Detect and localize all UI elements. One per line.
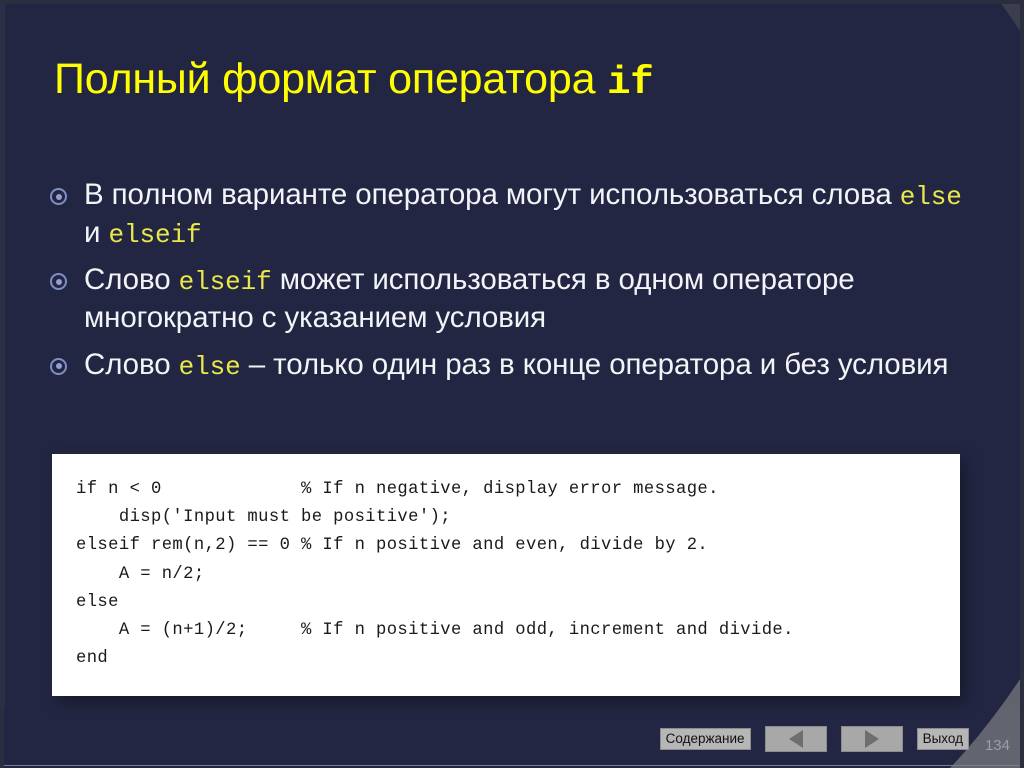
slide-title-text: Полный формат оператора [54, 55, 608, 103]
bullet-dot-icon [50, 273, 67, 291]
bullet-segment: и [84, 216, 109, 250]
bullet-dot-icon [50, 357, 67, 375]
bullet-segment: Слово [84, 347, 179, 381]
bullet-code-segment: else [899, 182, 962, 212]
slide-border-left [0, 0, 5, 710]
bullet-text: Слово elseif может использоваться в одно… [84, 261, 985, 336]
footer-divider [4, 765, 1020, 766]
list-item: Слово elseif может использоваться в одно… [50, 261, 985, 336]
code-line: A = n/2; [76, 564, 205, 584]
slide-footer: Содержание Выход 134 [0, 710, 1024, 768]
code-line: end [76, 649, 109, 669]
code-box: if n < 0 % If n negative, display error … [52, 454, 960, 696]
slide-title: Полный формат оператора if [54, 56, 984, 104]
bullet-list: В полном варианте оператора могут исполь… [50, 176, 985, 393]
code-line: disp('Input must be positive'); [76, 508, 451, 528]
exit-button[interactable]: Выход [916, 727, 969, 751]
code-line: else [76, 592, 119, 612]
bullet-segment: В полном варианте оператора могут исполь… [84, 178, 900, 211]
code-line: if n < 0 % If n negative, display error … [76, 480, 719, 499]
slide-title-keyword: if [607, 61, 654, 105]
bullet-segment: – только один раз в конце оператора и бе… [240, 347, 949, 381]
bullet-text: Слово else – только один раз в конце опе… [84, 346, 949, 384]
list-item: В полном варианте оператора могут исполь… [50, 176, 985, 252]
presentation-slide: Полный формат оператора if В полном вари… [0, 0, 1024, 768]
contents-button[interactable]: Содержание [659, 727, 751, 751]
list-item: Слово else – только один раз в конце опе… [50, 346, 985, 384]
bullet-text: В полном варианте оператора могут исполь… [84, 176, 985, 252]
previous-slide-button[interactable] [764, 726, 827, 752]
page-number: 134 [984, 736, 1010, 754]
bullet-dot-icon [50, 188, 67, 205]
triangle-left-icon [788, 730, 803, 748]
code-line: A = (n+1)/2; % If n positive and odd, in… [76, 621, 794, 641]
bullet-code-segment: elseif [178, 267, 272, 298]
bullet-segment: Слово [84, 263, 179, 297]
bullet-code-segment: elseif [108, 220, 202, 251]
next-slide-button[interactable] [840, 726, 903, 752]
code-line: elseif rem(n,2) == 0 % If n positive and… [76, 536, 709, 556]
bullet-code-segment: else [178, 351, 241, 382]
triangle-right-icon [864, 730, 879, 748]
